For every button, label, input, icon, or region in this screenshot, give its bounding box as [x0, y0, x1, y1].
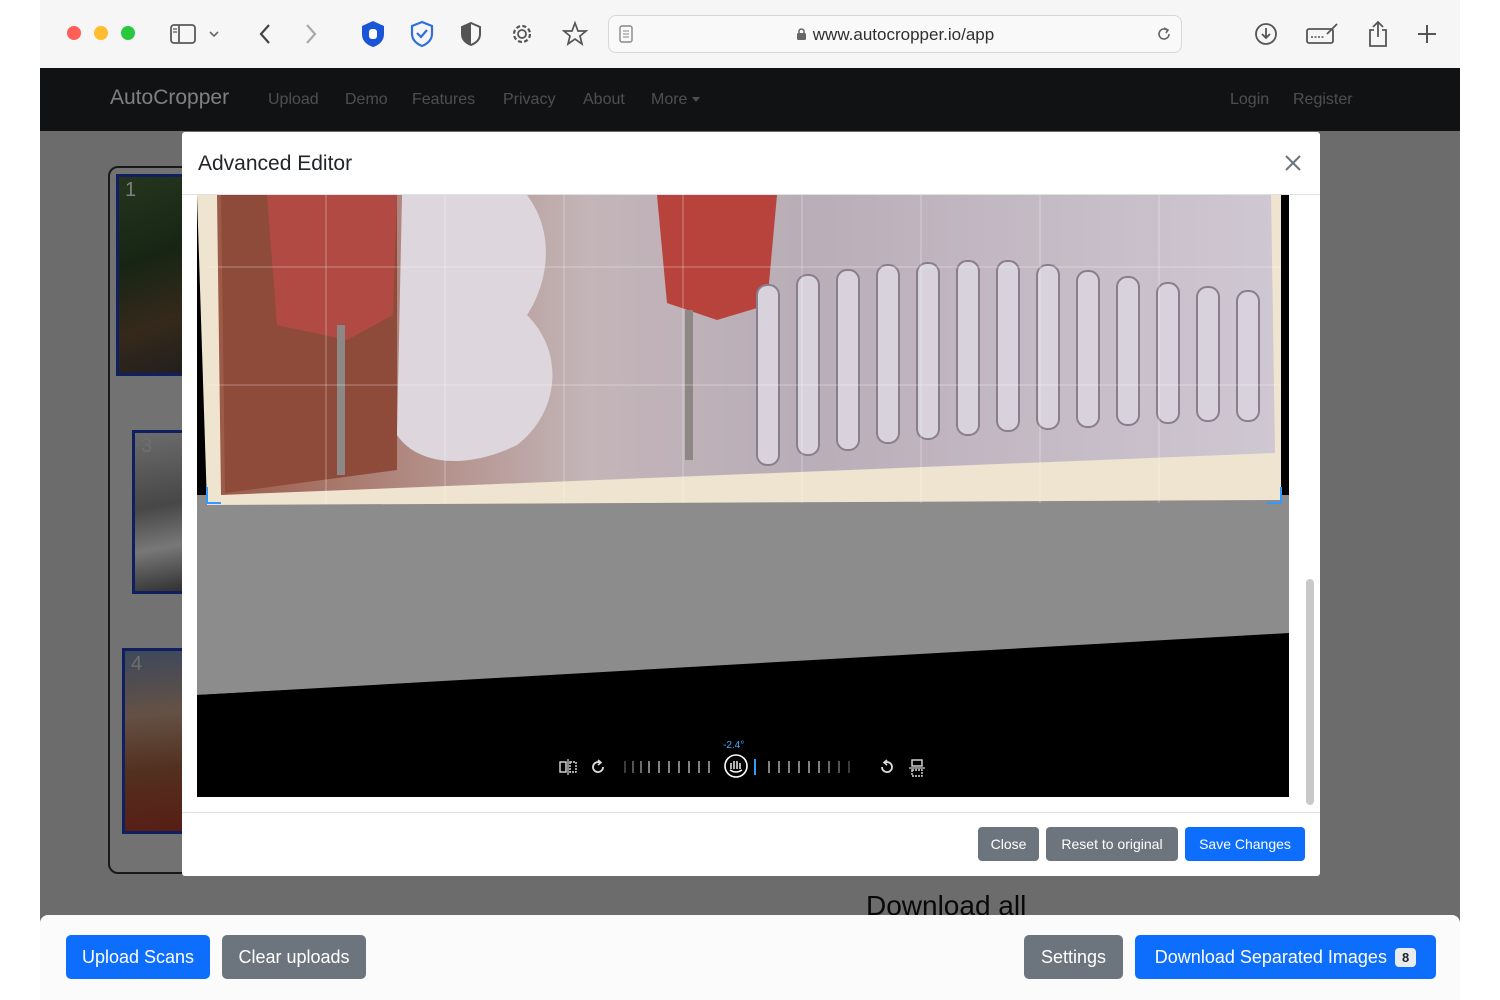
rotation-handle-icon[interactable] — [723, 753, 749, 779]
chevron-down-icon[interactable] — [204, 19, 224, 49]
url-label: www.autocropper.io/app — [812, 25, 995, 44]
sidebar-icon[interactable] — [168, 19, 198, 49]
new-tab-plus-icon[interactable] — [1412, 19, 1442, 49]
flip-vertical-icon[interactable] — [909, 759, 925, 777]
browser-toolbar: www.autocropper.io/app — [40, 0, 1460, 69]
modal-title: Advanced Editor — [198, 152, 353, 175]
star-icon[interactable] — [560, 19, 590, 49]
modal-body: -2.4° — [182, 194, 1320, 815]
zoom-window-button[interactable] — [121, 26, 135, 40]
flip-horizontal-icon[interactable] — [559, 759, 577, 775]
modal-scrollbar[interactable] — [1306, 579, 1314, 805]
lock-icon — [796, 28, 806, 40]
share-icon[interactable] — [1363, 19, 1393, 49]
url-text: www.autocropper.io/app — [609, 25, 1181, 45]
address-bar[interactable]: www.autocropper.io/app — [608, 15, 1182, 53]
settings-button[interactable]: Settings — [1024, 935, 1123, 979]
page-content: AutoCropper Upload Demo Features Privacy… — [40, 68, 1460, 1000]
reload-icon[interactable] — [1155, 25, 1173, 43]
privacy-shield-icon[interactable] — [456, 19, 486, 49]
download-button-label: Download Separated Images — [1154, 946, 1387, 967]
back-arrow-icon[interactable] — [250, 19, 280, 49]
upload-scans-button[interactable]: Upload Scans — [66, 935, 210, 979]
rotation-value-readout: -2.4° — [723, 740, 745, 751]
close-icon[interactable] — [1280, 150, 1306, 176]
download-icon[interactable] — [1251, 19, 1281, 49]
download-separated-images-button[interactable]: Download Separated Images 8 — [1135, 935, 1436, 979]
gear-icon[interactable] — [507, 19, 537, 49]
clear-uploads-button[interactable]: Clear uploads — [222, 935, 366, 979]
close-window-button[interactable] — [67, 26, 81, 40]
rotate-right-icon[interactable] — [590, 759, 606, 775]
browser-window: www.autocropper.io/app AutoCropper Uploa… — [40, 0, 1460, 1000]
crop-canvas[interactable]: -2.4° — [197, 195, 1289, 797]
minimize-window-button[interactable] — [94, 26, 108, 40]
save-changes-button[interactable]: Save Changes — [1185, 827, 1305, 861]
close-button[interactable]: Close — [978, 827, 1039, 861]
compose-icon[interactable] — [1304, 19, 1340, 49]
bitwarden-shield-icon[interactable] — [407, 19, 437, 49]
advanced-editor-modal: Advanced Editor -2.4° Close Reset to ori… — [182, 132, 1320, 876]
photo-preview — [197, 195, 1289, 797]
download-count-badge: 8 — [1394, 948, 1417, 968]
reset-to-original-button[interactable]: Reset to original — [1046, 827, 1178, 861]
modal-footer: Close Reset to original Save Changes — [182, 812, 1320, 876]
bottom-action-bar: Upload Scans Clear uploads Settings Down… — [40, 915, 1460, 1000]
forward-arrow-icon[interactable] — [296, 19, 326, 49]
rotate-left-icon[interactable] — [879, 759, 895, 775]
hand-shield-icon[interactable] — [358, 19, 388, 49]
